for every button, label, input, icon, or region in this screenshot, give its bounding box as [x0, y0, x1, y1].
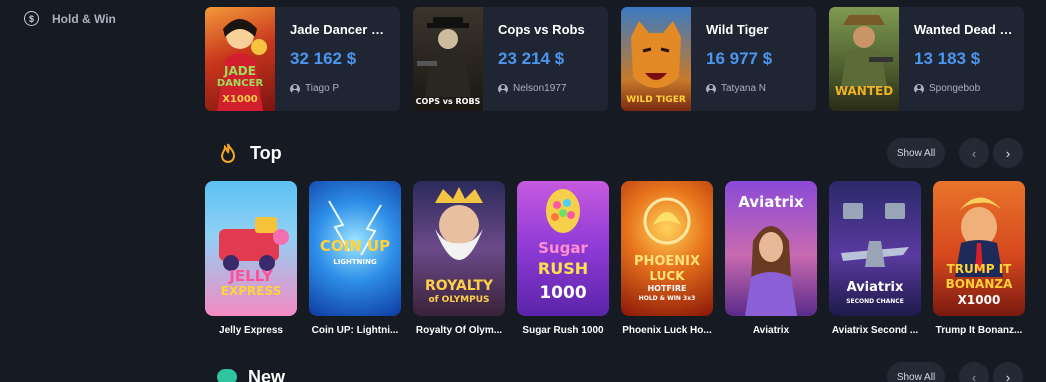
- scroll-prev-button[interactable]: ‹: [959, 138, 989, 168]
- show-all-button[interactable]: Show All: [887, 138, 945, 168]
- winner-card[interactable]: WILD TIGER Wild Tiger 16 977 $ Tatyana N: [621, 7, 816, 111]
- game-thumbnail: Aviatrix: [725, 181, 817, 316]
- game-title: Aviatrix: [752, 325, 790, 336]
- game-title: Jelly Express: [219, 325, 283, 336]
- thumb-art-text: X1000: [222, 94, 258, 105]
- game-title: Phoenix Luck Ho...: [622, 325, 712, 336]
- winner-user: Nelson1977: [498, 83, 598, 94]
- winner-game-title: Wanted Dead o...: [914, 22, 1014, 37]
- scroll-prev-button[interactable]: ‹: [959, 362, 989, 382]
- section-title: New: [248, 366, 286, 382]
- game-tile[interactable]: Aviatrix Aviatrix: [725, 181, 817, 336]
- winner-username: Spongebob: [929, 83, 981, 94]
- winner-user: Tatyana N: [706, 83, 806, 94]
- thumb-art-text: Sugar: [538, 239, 588, 257]
- user-icon: [498, 83, 508, 94]
- game-tile[interactable]: Sugar RUSH 1000 Sugar Rush 1000: [517, 181, 609, 336]
- winner-username: Tiago P: [305, 83, 340, 94]
- section-header-new: New Show All ‹ ›: [205, 362, 1023, 382]
- game-thumbnail: WANTED: [829, 7, 899, 111]
- show-all-button[interactable]: Show All: [887, 362, 945, 382]
- recent-winners-row: JADE DANCER X1000 Jade Dancer 10... 32 1…: [205, 7, 1024, 111]
- winner-game-title: Jade Dancer 10...: [290, 22, 390, 37]
- thumb-art-text: HOLD & WIN 3x3: [638, 295, 696, 302]
- game-title: Sugar Rush 1000: [522, 325, 604, 336]
- winner-card[interactable]: WANTED Wanted Dead o... 13 183 $ Spongeb…: [829, 7, 1024, 111]
- user-icon: [290, 83, 300, 94]
- thumb-art-text: SECOND CHANCE: [846, 298, 904, 305]
- game-thumbnail: COPS vs ROBS: [413, 7, 483, 111]
- thumb-art-text: WILD TIGER: [626, 95, 686, 105]
- game-tile[interactable]: ROYALTY of OLYMPUS Royalty Of Olym...: [413, 181, 505, 336]
- thumb-art-text: COPS vs ROBS: [415, 97, 481, 106]
- thumb-art-text: DANCER: [216, 78, 264, 89]
- thumb-art-text: 1000: [539, 283, 587, 303]
- section-header-top: Top Show All ‹ ›: [205, 138, 1023, 168]
- thumb-art-text: ROYALTY: [424, 278, 494, 294]
- thumb-art-text: Aviatrix: [846, 280, 904, 295]
- game-thumbnail: Aviatrix SECOND CHANCE: [829, 181, 921, 316]
- scroll-next-button[interactable]: ›: [993, 362, 1023, 382]
- sidebar-item-label: Hold & Win: [52, 11, 116, 26]
- scroll-next-button[interactable]: ›: [993, 138, 1023, 168]
- thumb-art-text: EXPRESS: [220, 284, 282, 298]
- game-thumbnail: JELLY EXPRESS: [205, 181, 297, 316]
- game-thumbnail: JADE DANCER X1000: [205, 7, 275, 111]
- thumb-art-text: BONANZA: [945, 277, 1013, 291]
- thumb-art-text: of OLYMPUS: [428, 295, 490, 305]
- game-title: Trump It Bonanz...: [935, 325, 1023, 336]
- game-title: Coin UP: Lightni...: [311, 325, 399, 336]
- thumb-art-text: X1000: [957, 293, 1001, 307]
- winner-username: Tatyana N: [721, 83, 767, 94]
- game-tile[interactable]: JELLY EXPRESS Jelly Express: [205, 181, 297, 336]
- game-tile[interactable]: COIN UP LIGHTNING Coin UP: Lightni...: [309, 181, 401, 336]
- fire-icon: [220, 143, 236, 163]
- winner-amount: 32 162 $: [290, 49, 357, 68]
- user-icon: [706, 83, 716, 94]
- dollar-coin-icon: $: [24, 11, 39, 26]
- thumb-art-text: LUCK: [649, 269, 685, 283]
- winner-amount: 16 977 $: [706, 49, 773, 68]
- game-title: Aviatrix Second ...: [831, 325, 919, 336]
- game-thumbnail: Sugar RUSH 1000: [517, 181, 609, 316]
- thumb-art-text: TRUMP IT: [946, 262, 1012, 276]
- thumb-art-text: RUSH: [537, 259, 589, 278]
- game-thumbnail: TRUMP IT BONANZA X1000: [933, 181, 1025, 316]
- game-tile[interactable]: Aviatrix SECOND CHANCE Aviatrix Second .…: [829, 181, 921, 336]
- winner-user: Tiago P: [290, 83, 390, 94]
- game-thumbnail: COIN UP LIGHTNING: [309, 181, 401, 316]
- user-icon: [914, 83, 924, 94]
- sidebar-item-hold-and-win[interactable]: $ Hold & Win: [24, 11, 116, 26]
- winner-game-title: Cops vs Robs: [498, 22, 585, 37]
- game-thumbnail: WILD TIGER: [621, 7, 691, 111]
- thumb-art-text: JADE: [224, 64, 256, 78]
- thumb-art-text: HOTFIRE: [647, 284, 687, 293]
- winner-amount: 23 214 $: [498, 49, 565, 68]
- winner-card[interactable]: COPS vs ROBS Cops vs Robs 23 214 $ Nelso…: [413, 7, 608, 111]
- thumb-art-text: PHOENIX: [633, 254, 701, 269]
- thumb-art-text: LIGHTNING: [333, 258, 377, 266]
- game-thumbnail: PHOENIX LUCK HOTFIRE HOLD & WIN 3x3: [621, 181, 713, 316]
- game-tile[interactable]: TRUMP IT BONANZA X1000 Trump It Bonanz..…: [933, 181, 1025, 336]
- winner-username: Nelson1977: [513, 83, 567, 94]
- game-tile[interactable]: PHOENIX LUCK HOTFIRE HOLD & WIN 3x3 Phoe…: [621, 181, 713, 336]
- new-badge-icon: [217, 369, 237, 382]
- game-title: Royalty Of Olym...: [415, 325, 503, 336]
- thumb-art-text: JELLY: [229, 267, 273, 285]
- thumb-art-text: WANTED: [834, 84, 894, 98]
- winner-user: Spongebob: [914, 83, 1014, 94]
- thumb-art-text: COIN UP: [319, 237, 391, 255]
- section-title: Top: [250, 142, 282, 163]
- winner-card[interactable]: JADE DANCER X1000 Jade Dancer 10... 32 1…: [205, 7, 400, 111]
- top-games-row: JELLY EXPRESS Jelly Express COIN UP LIGH…: [205, 181, 1025, 336]
- thumb-art-text: Aviatrix: [738, 193, 804, 211]
- winner-game-title: Wild Tiger: [706, 22, 769, 37]
- winner-amount: 13 183 $: [914, 49, 981, 68]
- game-thumbnail: ROYALTY of OLYMPUS: [413, 181, 505, 316]
